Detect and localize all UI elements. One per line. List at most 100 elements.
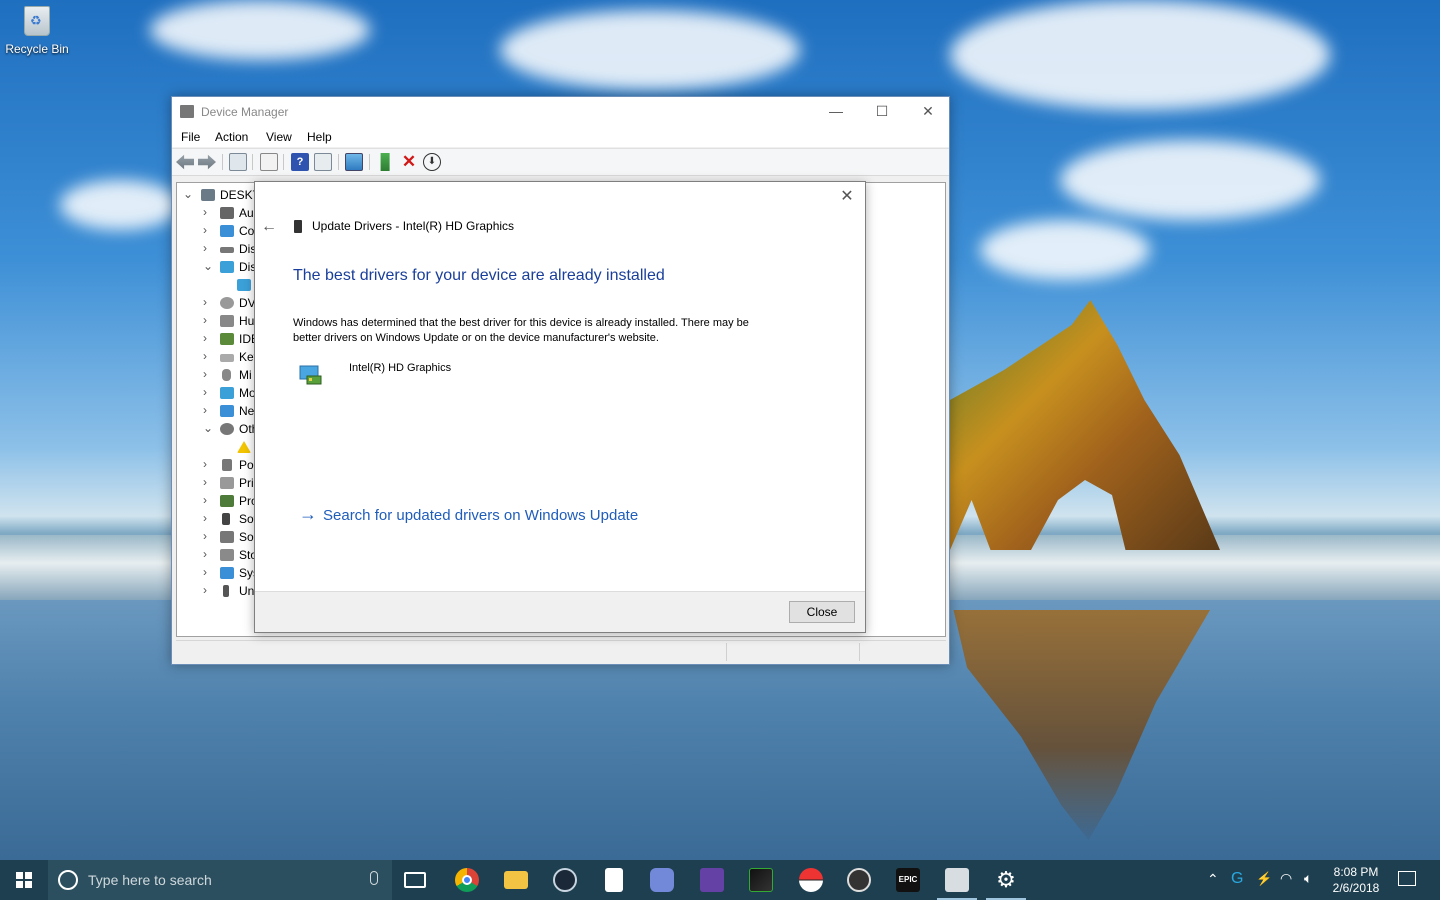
update-driver-icon[interactable] (380, 153, 390, 171)
tree-item-storage[interactable]: › Sto (177, 546, 257, 564)
tree-item-network[interactable]: › Ne (177, 402, 257, 420)
chevron-right-icon[interactable]: › (203, 457, 207, 471)
logitech-icon[interactable]: G (1231, 870, 1243, 900)
menu-help[interactable]: Help (307, 130, 332, 144)
chevron-right-icon[interactable]: › (203, 403, 207, 417)
tree-root[interactable]: ⌄ DESKT (177, 186, 260, 204)
software-device-icon (222, 513, 230, 525)
chevron-right-icon[interactable]: › (203, 367, 207, 381)
volume-icon[interactable]: 🔈︎ (1304, 870, 1312, 900)
back-arrow-icon[interactable] (176, 154, 194, 170)
tree-item-other-devices[interactable]: ⌄ Oth (177, 420, 258, 438)
display-adapter-icon (220, 261, 234, 273)
close-icon[interactable]: ✕ (835, 186, 859, 206)
cloud (150, 0, 370, 60)
tree-item-label: Mi (239, 368, 252, 382)
device-manager-taskbar-icon[interactable] (937, 868, 977, 900)
action-center-icon[interactable] (1398, 871, 1416, 886)
chevron-right-icon[interactable]: › (203, 313, 207, 327)
tree-item-audio[interactable]: › Au (177, 204, 257, 222)
action-pane-icon[interactable] (314, 153, 332, 171)
tree-item-computer[interactable]: › Co (177, 222, 257, 240)
scan-hardware-icon[interactable] (345, 153, 363, 171)
obs-icon[interactable] (847, 868, 871, 892)
chevron-right-icon[interactable]: › (203, 475, 207, 489)
tree-item-hid[interactable]: › Hu (177, 312, 257, 330)
discord-icon[interactable] (650, 868, 674, 892)
show-hidden-icons-chevron-icon[interactable]: ⌃ (1207, 871, 1219, 900)
tree-item-display-adapters[interactable]: ⌄ Dis (177, 258, 257, 276)
chevron-right-icon[interactable]: › (203, 241, 207, 255)
back-arrow-icon[interactable]: ← (261, 218, 283, 236)
show-hide-console-tree-icon[interactable] (229, 153, 247, 171)
tree-item-ports[interactable]: › Po (177, 456, 257, 474)
stock-chart-icon[interactable] (749, 868, 773, 892)
chevron-right-icon[interactable]: › (203, 295, 207, 309)
tree-item-mice[interactable]: › Mi (177, 366, 257, 384)
chevron-right-icon[interactable]: › (203, 511, 207, 525)
close-window-button[interactable]: ✕ (905, 97, 951, 127)
chevron-right-icon[interactable]: › (203, 331, 207, 345)
title-bar[interactable]: Device Manager — ☐ ✕ (172, 97, 949, 127)
task-view-icon[interactable] (404, 872, 426, 888)
sound-icon (220, 531, 234, 543)
menu-view[interactable]: View (266, 130, 292, 144)
maximize-button[interactable]: ☐ (859, 97, 905, 127)
tree-item-system-devices[interactable]: › Sys (177, 564, 259, 582)
status-separator (859, 643, 860, 661)
file-explorer-icon[interactable] (504, 871, 528, 889)
recycle-bin-shortcut[interactable]: Recycle Bin (4, 6, 70, 56)
chevron-right-icon[interactable]: › (203, 493, 207, 507)
epic-games-icon[interactable]: EPIC (896, 868, 920, 892)
windows-update-link[interactable]: → Search for updated drivers on Windows U… (299, 504, 638, 525)
notepad-icon[interactable] (605, 868, 623, 892)
tree-child-unknown-device[interactable] (177, 438, 257, 456)
chevron-right-icon[interactable]: › (203, 223, 207, 237)
chevron-down-icon[interactable]: ⌄ (203, 259, 213, 273)
menu-file[interactable]: File (181, 130, 200, 144)
chevron-down-icon[interactable]: ⌄ (183, 187, 193, 201)
tree-item-software-devices[interactable]: › Sof (177, 510, 257, 528)
taskbar-clock[interactable]: 8:08 PM 2/6/2018 (1328, 864, 1384, 896)
tree-item-usb[interactable]: › Un (177, 582, 257, 600)
tree-item-processors[interactable]: › Pro (177, 492, 258, 510)
enable-device-icon[interactable]: ⬇ (423, 153, 441, 171)
help-icon[interactable]: ? (291, 153, 309, 171)
tree-child-display-device[interactable] (177, 276, 257, 294)
chevron-right-icon[interactable]: › (203, 565, 207, 579)
chevron-right-icon[interactable]: › (203, 385, 207, 399)
twitch-icon[interactable] (700, 868, 724, 892)
tree-item-keyboards[interactable]: › Key (177, 348, 260, 366)
start-button[interactable] (0, 860, 48, 900)
chevron-right-icon[interactable]: › (203, 205, 207, 219)
tree-item-disk-drives[interactable]: › Dis (177, 240, 257, 258)
menu-action[interactable]: Action (215, 130, 248, 144)
settings-gear-icon[interactable]: ⚙ (986, 868, 1026, 900)
pokeball-icon[interactable] (799, 868, 823, 892)
tree-item-ide[interactable]: › IDE (177, 330, 259, 348)
properties-icon[interactable] (260, 153, 278, 171)
chevron-right-icon[interactable]: › (203, 349, 207, 363)
forward-arrow-icon[interactable] (198, 154, 216, 170)
tree-item-dvd[interactable]: › DV (177, 294, 257, 312)
chevron-right-icon[interactable]: › (203, 583, 207, 597)
chevron-right-icon[interactable]: › (203, 529, 207, 543)
tray-app-icon[interactable]: ⚡ (1256, 871, 1272, 900)
tree-item-print-queues[interactable]: › Pri (177, 474, 257, 492)
chrome-icon[interactable] (455, 868, 479, 892)
uninstall-device-icon[interactable]: ✕ (400, 153, 418, 171)
processor-icon (220, 495, 234, 507)
toolbar-separator (283, 154, 284, 170)
tree-item-monitors[interactable]: › Mo (177, 384, 257, 402)
wifi-icon[interactable]: ◠ (1280, 870, 1292, 900)
menu-bar: File Action View Help (172, 127, 949, 147)
taskbar-search-box[interactable]: Type here to search (48, 860, 392, 900)
taskbar: Type here to search EPIC ⚙ ⌃ G ⚡ ◠ 🔈︎ 8:… (0, 860, 1440, 900)
chevron-right-icon[interactable]: › (203, 547, 207, 561)
minimize-button[interactable]: — (813, 97, 859, 127)
microphone-icon[interactable] (370, 871, 378, 885)
tree-item-sound[interactable]: › Sou (177, 528, 260, 546)
close-button[interactable]: Close (789, 601, 855, 623)
steam-icon[interactable] (553, 868, 577, 892)
chevron-down-icon[interactable]: ⌄ (203, 421, 213, 435)
